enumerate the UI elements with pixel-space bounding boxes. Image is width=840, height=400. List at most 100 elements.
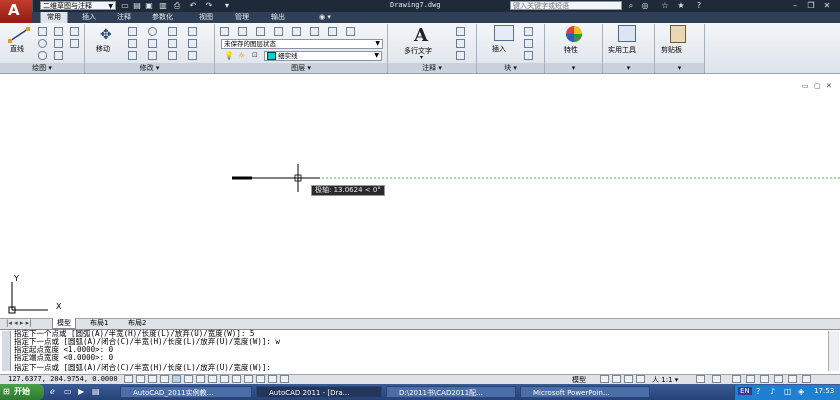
hatch-icon[interactable]	[54, 51, 63, 60]
layer-isolate-icon[interactable]	[292, 27, 301, 36]
rotate-icon[interactable]	[148, 27, 157, 36]
new-icon[interactable]: ▭	[120, 1, 130, 11]
language-indicator[interactable]: EN	[738, 387, 752, 395]
infer-constraints-toggle[interactable]	[124, 375, 133, 383]
auto-scale-icon[interactable]	[712, 375, 721, 383]
layout-nav-icons[interactable]: |◂ ◂ ▸ ▸|	[2, 318, 35, 328]
viewport-restore-icon[interactable]: ▢	[814, 82, 821, 90]
annotation-panel-title[interactable]: 注释 ▾	[388, 63, 477, 73]
transparency-toggle[interactable]	[256, 375, 265, 383]
explode-icon[interactable]	[188, 27, 197, 36]
polyline-icon[interactable]	[38, 27, 47, 36]
circle-icon[interactable]	[38, 39, 47, 48]
line-button[interactable]: 直线	[6, 27, 32, 53]
snap-toggle[interactable]	[136, 375, 145, 383]
taskbar-item[interactable]: D:\2011书\CAD2011配...	[386, 386, 516, 398]
fillet-icon[interactable]	[168, 51, 177, 60]
help-icon[interactable]: ?	[694, 1, 704, 11]
quick-launch-ie-icon[interactable]: ℯ	[50, 387, 55, 396]
isolate-objects-icon[interactable]	[774, 375, 783, 383]
layer-match-icon[interactable]	[256, 27, 265, 36]
drawing-canvas[interactable]: 极轴: 13.0624 < 0° Y X ▭ ▢ ✕	[0, 74, 840, 318]
quick-access-dropdown-icon[interactable]: ▾	[222, 1, 232, 11]
taskbar-item[interactable]: AutoCAD 2011 - [Dra...	[256, 386, 382, 398]
tray-volume-icon[interactable]: ♪	[770, 387, 775, 396]
viewport-minimize-icon[interactable]: ▭	[802, 82, 809, 90]
layer-state-dropdown[interactable]: 未保存的图层状态 ▼	[221, 39, 383, 49]
spline-icon[interactable]	[70, 39, 79, 48]
quick-launch-folder-icon[interactable]: ▤	[92, 387, 100, 396]
save-icon[interactable]: ▣	[144, 1, 154, 11]
move-button[interactable]: ✥ 移动	[92, 27, 122, 53]
quick-properties-toggle[interactable]	[268, 375, 277, 383]
viewport-close-icon[interactable]: ✕	[826, 82, 832, 90]
edit-attributes-icon[interactable]	[524, 51, 533, 60]
offset-icon[interactable]	[148, 51, 157, 60]
tab-model[interactable]: 模型	[52, 318, 76, 329]
3d-osnap-toggle[interactable]	[196, 375, 205, 383]
search-icon[interactable]: ⌕	[626, 1, 636, 11]
quick-view-layouts-icon[interactable]	[600, 375, 609, 383]
lock-ui-icon[interactable]	[746, 375, 755, 383]
close-icon[interactable]: ✕	[822, 1, 832, 11]
ducs-toggle[interactable]	[220, 375, 229, 383]
redo-icon[interactable]: ↷	[204, 1, 214, 11]
stretch-icon[interactable]	[128, 39, 137, 48]
multiline-text-button[interactable]: A 多行文字 ▾	[398, 25, 448, 61]
favorites-icon[interactable]: ★	[676, 1, 686, 11]
open-icon[interactable]: ▤	[132, 1, 142, 11]
join-icon[interactable]	[188, 39, 197, 48]
edit-block-icon[interactable]	[524, 39, 533, 48]
dyn-toggle[interactable]	[232, 375, 241, 383]
array-icon[interactable]	[128, 51, 137, 60]
insert-block-button[interactable]: 插入	[488, 25, 518, 57]
workspace-selector[interactable]: 二维草图与注释 ▼	[40, 1, 116, 10]
subscription-icon[interactable]: ◎	[640, 1, 650, 11]
lineweight-toggle[interactable]	[244, 375, 253, 383]
layer-off-icon[interactable]	[346, 27, 355, 36]
tab-layout1[interactable]: 布局1	[86, 318, 112, 328]
clipboard-panel-title[interactable]: ▾	[655, 63, 705, 73]
modify-more-icon[interactable]	[188, 51, 197, 60]
save-as-icon[interactable]: ▥	[158, 1, 168, 11]
tray-network-icon[interactable]: ◫	[784, 387, 792, 396]
layer-state-icon[interactable]	[238, 27, 247, 36]
tab-parametric[interactable]: 参数化	[146, 12, 179, 23]
create-block-icon[interactable]	[524, 27, 533, 36]
block-panel-title[interactable]: 块 ▾	[477, 63, 545, 73]
tab-layout2[interactable]: 布局2	[124, 318, 150, 328]
mirror-icon[interactable]	[168, 39, 177, 48]
layer-properties-icon[interactable]	[220, 27, 229, 36]
properties-panel-title[interactable]: ▾	[545, 63, 603, 73]
workspace-switch-icon[interactable]	[732, 375, 741, 383]
current-layer-dropdown[interactable]: 细实线 ▼	[264, 51, 382, 61]
annotation-visibility-icon[interactable]	[696, 375, 705, 383]
hardware-acceleration-icon[interactable]	[760, 375, 769, 383]
tab-insert[interactable]: 插入	[76, 12, 102, 23]
command-prompt[interactable]: 指定下一点或 [圆弧(A)/闭合(C)/半宽(H)/长度(L)/放弃(U)/宽度…	[14, 364, 271, 372]
layer-freeze-icon[interactable]	[328, 27, 337, 36]
copy-icon[interactable]	[128, 27, 137, 36]
utilities-panel-title[interactable]: ▾	[603, 63, 655, 73]
taskbar-item[interactable]: Microsoft PowerPoin...	[520, 386, 650, 398]
undo-icon[interactable]: ↶	[188, 1, 198, 11]
pan-icon[interactable]	[624, 375, 633, 383]
search-input[interactable]: 键入关键字或短语	[510, 1, 622, 10]
draw-more-icon[interactable]	[70, 27, 79, 36]
layers-panel-title[interactable]: 图层 ▾	[215, 63, 388, 73]
arc-icon[interactable]	[54, 27, 63, 36]
start-button[interactable]: ⊞ 开始	[0, 384, 44, 400]
taskbar-item[interactable]: AutoCAD_2011实例教...	[120, 386, 252, 398]
polar-toggle[interactable]	[172, 375, 181, 383]
tab-overflow-icon[interactable]: ◉ ▾	[313, 12, 337, 23]
osnap-toggle[interactable]	[184, 375, 193, 383]
utilities-button[interactable]: 实用工具	[606, 25, 650, 61]
dimension-icon[interactable]	[456, 27, 465, 36]
tab-view[interactable]: 视图	[193, 12, 219, 23]
modify-panel-title[interactable]: 修改 ▾	[85, 63, 215, 73]
scale-icon[interactable]	[148, 39, 157, 48]
quick-launch-desktop-icon[interactable]: ▭	[64, 387, 72, 396]
trim-icon[interactable]	[168, 27, 177, 36]
selection-cycling-toggle[interactable]	[280, 375, 289, 383]
grid-toggle[interactable]	[148, 375, 157, 383]
